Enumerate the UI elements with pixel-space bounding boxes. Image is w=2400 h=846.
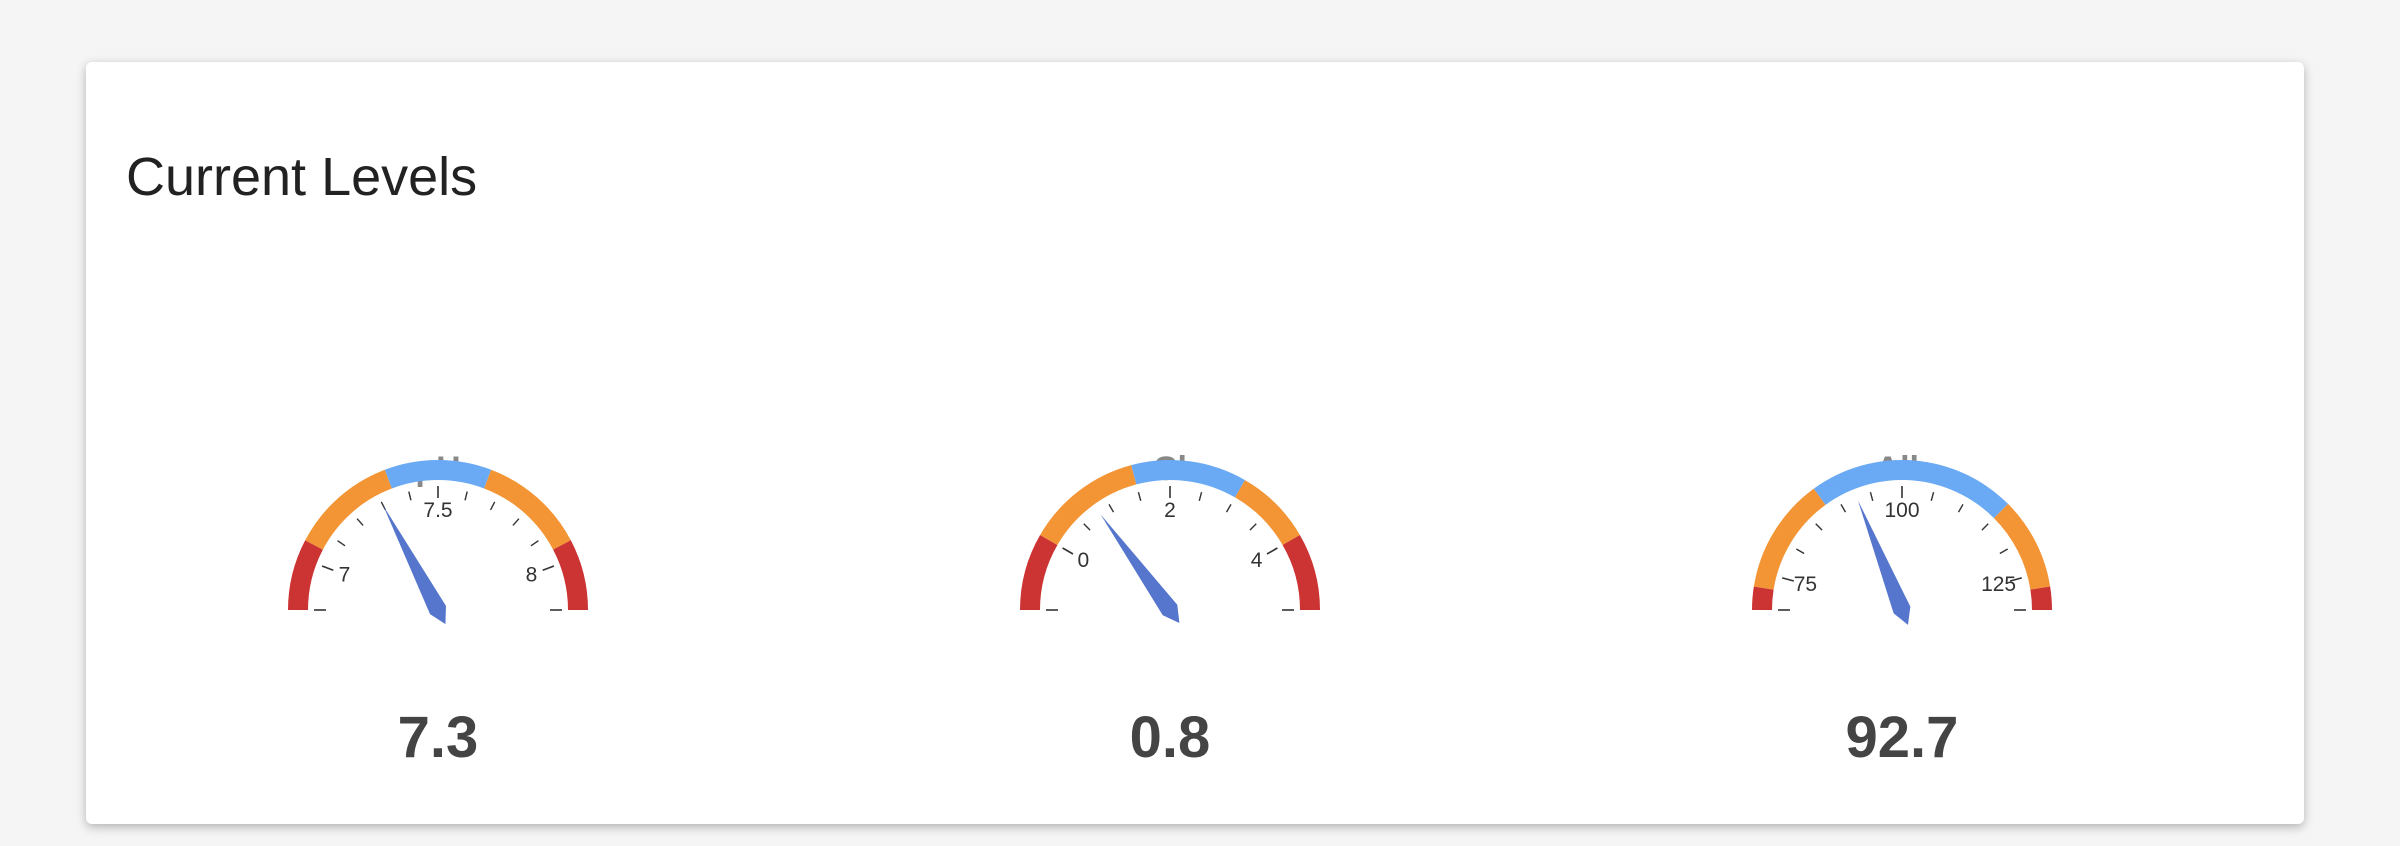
gauge-cl-minor-tick-2: [1137, 491, 1142, 502]
gauge-ph-major-tick-1: [321, 565, 334, 572]
gauge-cl-dial: Cl 0 2 4 0.8: [1020, 450, 1320, 770]
gauge-cl-minor-tick-0: [1083, 523, 1091, 531]
gauge-alk-band-0: [1752, 586, 1774, 610]
gauge-ph-major-tick-3: [542, 565, 555, 572]
gauge-cl-mid-label: 2: [1164, 499, 1176, 522]
gauge-cl-major-tick-3: [1266, 547, 1278, 555]
gauge-ph-minor-tick-4: [464, 491, 468, 501]
gauge-alk-minor-tick-7: [1999, 548, 2009, 555]
gauge-alk-major-tick-1: [1782, 577, 1795, 582]
gauge-alk-minor-tick-6: [1981, 523, 1989, 531]
gauge-ph: pH 7 7.5 8 7.3: [238, 362, 638, 782]
gauge-cl-band-0: [1020, 535, 1058, 610]
gauge-ph-min-label: 7: [339, 564, 351, 587]
gauge-cl-band-2: [1131, 460, 1245, 498]
gauge-cl-band-4: [1282, 535, 1320, 610]
gauge-alk-minor-tick-5: [1957, 503, 1964, 513]
gauge-ph-minor-tick-6: [512, 518, 520, 526]
gauge-alk-minor-tick-0: [1795, 548, 1805, 555]
gauge-alk-value: 92.7: [1846, 705, 1959, 770]
gauge-cl-band-3: [1235, 480, 1300, 545]
gauge-ph-band-0: [288, 540, 323, 610]
gauge-cl-minor-tick-3: [1198, 491, 1203, 502]
gauge-cl-max-label: 4: [1251, 549, 1263, 572]
gauge-alk-mid-label: 100: [1884, 499, 1919, 522]
gauge-cl-minor-tick-4: [1225, 503, 1232, 513]
gauge-alk-band-4: [2030, 586, 2052, 610]
gauge-ph-minor-tick-3: [408, 491, 412, 501]
gauge-alk-max-label: 125: [1981, 573, 2016, 596]
gauge-cl-minor-tick-1: [1108, 503, 1115, 513]
gauge-alk-minor-tick-4: [1930, 491, 1935, 502]
gauge-alk: Alk 75 100 125 92.7: [1702, 362, 2102, 782]
gauge-cl: Cl 0 2 4 0.8: [970, 362, 1370, 782]
gauge-ph-band-1: [305, 469, 392, 550]
gauge-ph-value: 7.3: [398, 705, 479, 770]
gauge-alk-minor-tick-3: [1869, 491, 1874, 502]
gauge-ph-max-label: 8: [526, 564, 538, 587]
gauge-ph-minor-tick-1: [356, 518, 364, 526]
gauge-ph-minor-tick-0: [337, 540, 346, 547]
gauge-cl-value: 0.8: [1130, 705, 1211, 770]
gauge-ph-band-4: [553, 540, 588, 610]
current-levels-panel: Current Levels pH 7 7.5 8 7.3 Cl 0 2 4: [86, 62, 2304, 824]
gauge-cl-minor-tick-5: [1249, 523, 1257, 531]
gauge-alk-dial: Alk 75 100 125 92.7: [1752, 450, 2052, 770]
gauge-row: pH 7 7.5 8 7.3 Cl 0 2 4 0.8: [86, 62, 2304, 824]
gauge-ph-band-3: [484, 469, 571, 550]
gauge-ph-dial: pH 7 7.5 8 7.3: [288, 450, 588, 770]
gauge-cl-min-label: 0: [1078, 549, 1090, 572]
gauge-ph-mid-label: 7.5: [423, 499, 452, 522]
gauge-ph-minor-tick-7: [530, 540, 539, 547]
gauge-cl-major-tick-1: [1062, 547, 1074, 555]
gauge-cl-needle: [1100, 514, 1180, 623]
gauge-ph-minor-tick-5: [489, 501, 496, 511]
gauge-alk-min-label: 75: [1794, 573, 1817, 596]
gauge-cl-band-1: [1040, 465, 1137, 545]
gauge-ph-needle: [383, 505, 446, 625]
gauge-alk-minor-tick-1: [1815, 523, 1823, 531]
gauge-alk-minor-tick-2: [1840, 503, 1847, 513]
